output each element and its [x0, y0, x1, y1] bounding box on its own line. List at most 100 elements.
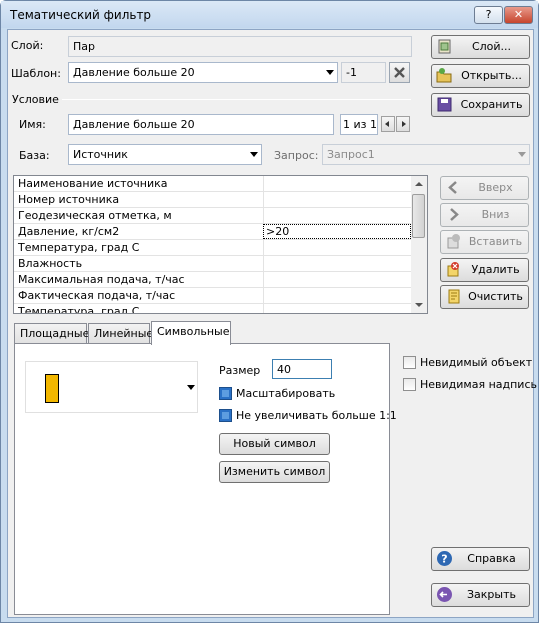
query-select[interactable]: Запрос1 [322, 144, 530, 165]
template-select[interactable]: Давление больше 20 [68, 62, 338, 83]
title-help-button[interactable]: ? [474, 6, 503, 24]
grid-row-value[interactable] [263, 192, 411, 207]
base-select[interactable]: Источник [68, 144, 262, 165]
counter-value: 1 из 1 [343, 118, 377, 131]
grid-row-name: Давление, кг/см2 [18, 225, 120, 238]
grid-row[interactable]: Давление, кг/см2 >20 [14, 224, 412, 240]
insert-icon [447, 234, 460, 249]
scale-checkbox[interactable] [219, 387, 232, 400]
delete-button[interactable]: Удалить [440, 258, 529, 282]
attribute-grid[interactable]: Наименование источника Номер источника Гео… [13, 175, 428, 314]
chevron-down-icon [187, 385, 195, 390]
grid-row-value[interactable] [263, 256, 411, 271]
grid-row-name: Влажность [18, 257, 83, 270]
move-down-button[interactable]: Вниз [440, 203, 529, 227]
size-value: 40 [277, 363, 291, 376]
dialog-body: Слой: Пар Слой... Шаблон: Давление больш… [7, 29, 537, 618]
grid-row[interactable]: Максимальная подача, т/час [14, 272, 412, 288]
grid-row-name: Максимальная подача, т/час [18, 273, 185, 286]
grid-row-value[interactable] [263, 288, 411, 303]
clear-label: Очистить [468, 290, 523, 303]
help-icon: ? [437, 551, 452, 566]
move-up-label: Вверх [478, 181, 513, 194]
clear-template-button[interactable] [389, 62, 410, 83]
size-input[interactable]: 40 [272, 359, 332, 379]
grid-row[interactable]: Влажность [14, 256, 412, 272]
folder-open-icon [436, 68, 452, 83]
arrow-left-icon [448, 181, 457, 194]
arrow-right-icon [450, 208, 459, 221]
chevron-left-icon [385, 121, 389, 127]
symbol-picker[interactable] [25, 361, 198, 413]
invisible-label-checkbox[interactable] [403, 378, 416, 391]
help-button[interactable]: ? Справка [431, 547, 530, 571]
close-button-label: Закрыть [467, 588, 516, 601]
tab-area[interactable]: Площадные [14, 323, 89, 345]
grid-row[interactable]: Температура, град С [14, 240, 412, 256]
title-close-button[interactable]: ✕ [504, 6, 533, 24]
clear-button[interactable]: Очистить [440, 285, 529, 309]
base-label: База: [19, 149, 50, 162]
save-button-label: Сохранить [460, 98, 523, 111]
name-label: Имя: [19, 118, 46, 131]
grid-row[interactable]: Номер источника [14, 192, 412, 208]
query-value: Запрос1 [327, 148, 375, 161]
grid-row-value[interactable] [263, 240, 411, 255]
grid-row-name: Номер источника [18, 193, 120, 206]
layer-value: Пар [73, 40, 95, 53]
condition-group-label: Условие [12, 93, 59, 106]
grid-row[interactable]: Температура, град С [14, 304, 412, 314]
tab-linear[interactable]: Линейные [88, 323, 153, 345]
svg-text:?: ? [441, 553, 447, 566]
name-value: Давление больше 20 [73, 118, 195, 131]
prev-condition-button[interactable] [381, 116, 395, 132]
chevron-down-icon [250, 152, 258, 157]
chevron-down-icon [518, 152, 526, 157]
layer-field: Пар [68, 36, 412, 57]
close-button[interactable]: Закрыть [431, 583, 530, 607]
grid-scrollbar[interactable] [411, 176, 427, 313]
dialog-window: Тематический фильтр ? ✕ Слой: Пар Слой..… [0, 0, 539, 623]
grid-row[interactable]: Фактическая подача, т/час [14, 288, 412, 304]
grid-row-value[interactable] [263, 304, 411, 313]
delete-icon [447, 262, 459, 277]
grid-row-value[interactable] [263, 272, 411, 287]
layer-button-label: Слой... [471, 40, 512, 53]
scroll-thumb[interactable] [412, 194, 425, 238]
layer-label: Слой: [11, 39, 44, 52]
insert-button[interactable]: Вставить [440, 230, 529, 254]
title-bar: Тематический фильтр ? ✕ [1, 1, 538, 28]
size-label: Размер [219, 364, 261, 377]
layer-button[interactable]: Слой... [431, 35, 530, 59]
no-enlarge-checkbox[interactable] [219, 409, 232, 422]
save-button[interactable]: Сохранить [431, 93, 530, 117]
name-input[interactable]: Давление больше 20 [68, 114, 334, 135]
open-button-label: Открыть... [461, 69, 522, 82]
help-button-label: Справка [467, 552, 516, 565]
next-condition-button[interactable] [396, 116, 410, 132]
grid-row-name: Наименование источника [18, 177, 168, 190]
invisible-object-checkbox[interactable] [403, 356, 416, 369]
open-button[interactable]: Открыть... [431, 64, 530, 88]
tab-symbolic[interactable]: Символьные [151, 321, 231, 345]
edit-symbol-button[interactable]: Изменить символ [219, 461, 330, 483]
grid-row-name: Температура, град С [18, 305, 140, 314]
base-value: Источник [73, 148, 128, 161]
move-up-button[interactable]: Вверх [440, 176, 529, 200]
grid-row-value[interactable] [263, 176, 411, 191]
scroll-up-icon[interactable] [415, 182, 423, 186]
grid-row-value[interactable]: >20 [263, 224, 411, 239]
exit-icon [437, 587, 452, 602]
grid-row[interactable]: Геодезическая отметка, м [14, 208, 412, 224]
chevron-right-icon [402, 121, 406, 127]
insert-label: Вставить [468, 235, 523, 248]
grid-row-value[interactable] [263, 208, 411, 223]
grid-row-name: Фактическая подача, т/час [18, 289, 176, 302]
symbol-tab-panel: Размер 40 Масштабировать Не увеличивать … [14, 343, 397, 615]
grid-row[interactable]: Наименование источника [14, 176, 412, 192]
template-label: Шаблон: [11, 67, 61, 80]
new-symbol-button[interactable]: Новый символ [219, 433, 330, 455]
scale-label: Масштабировать [236, 387, 336, 400]
query-label: Запрос: [274, 149, 319, 162]
scroll-down-icon[interactable] [415, 303, 423, 307]
